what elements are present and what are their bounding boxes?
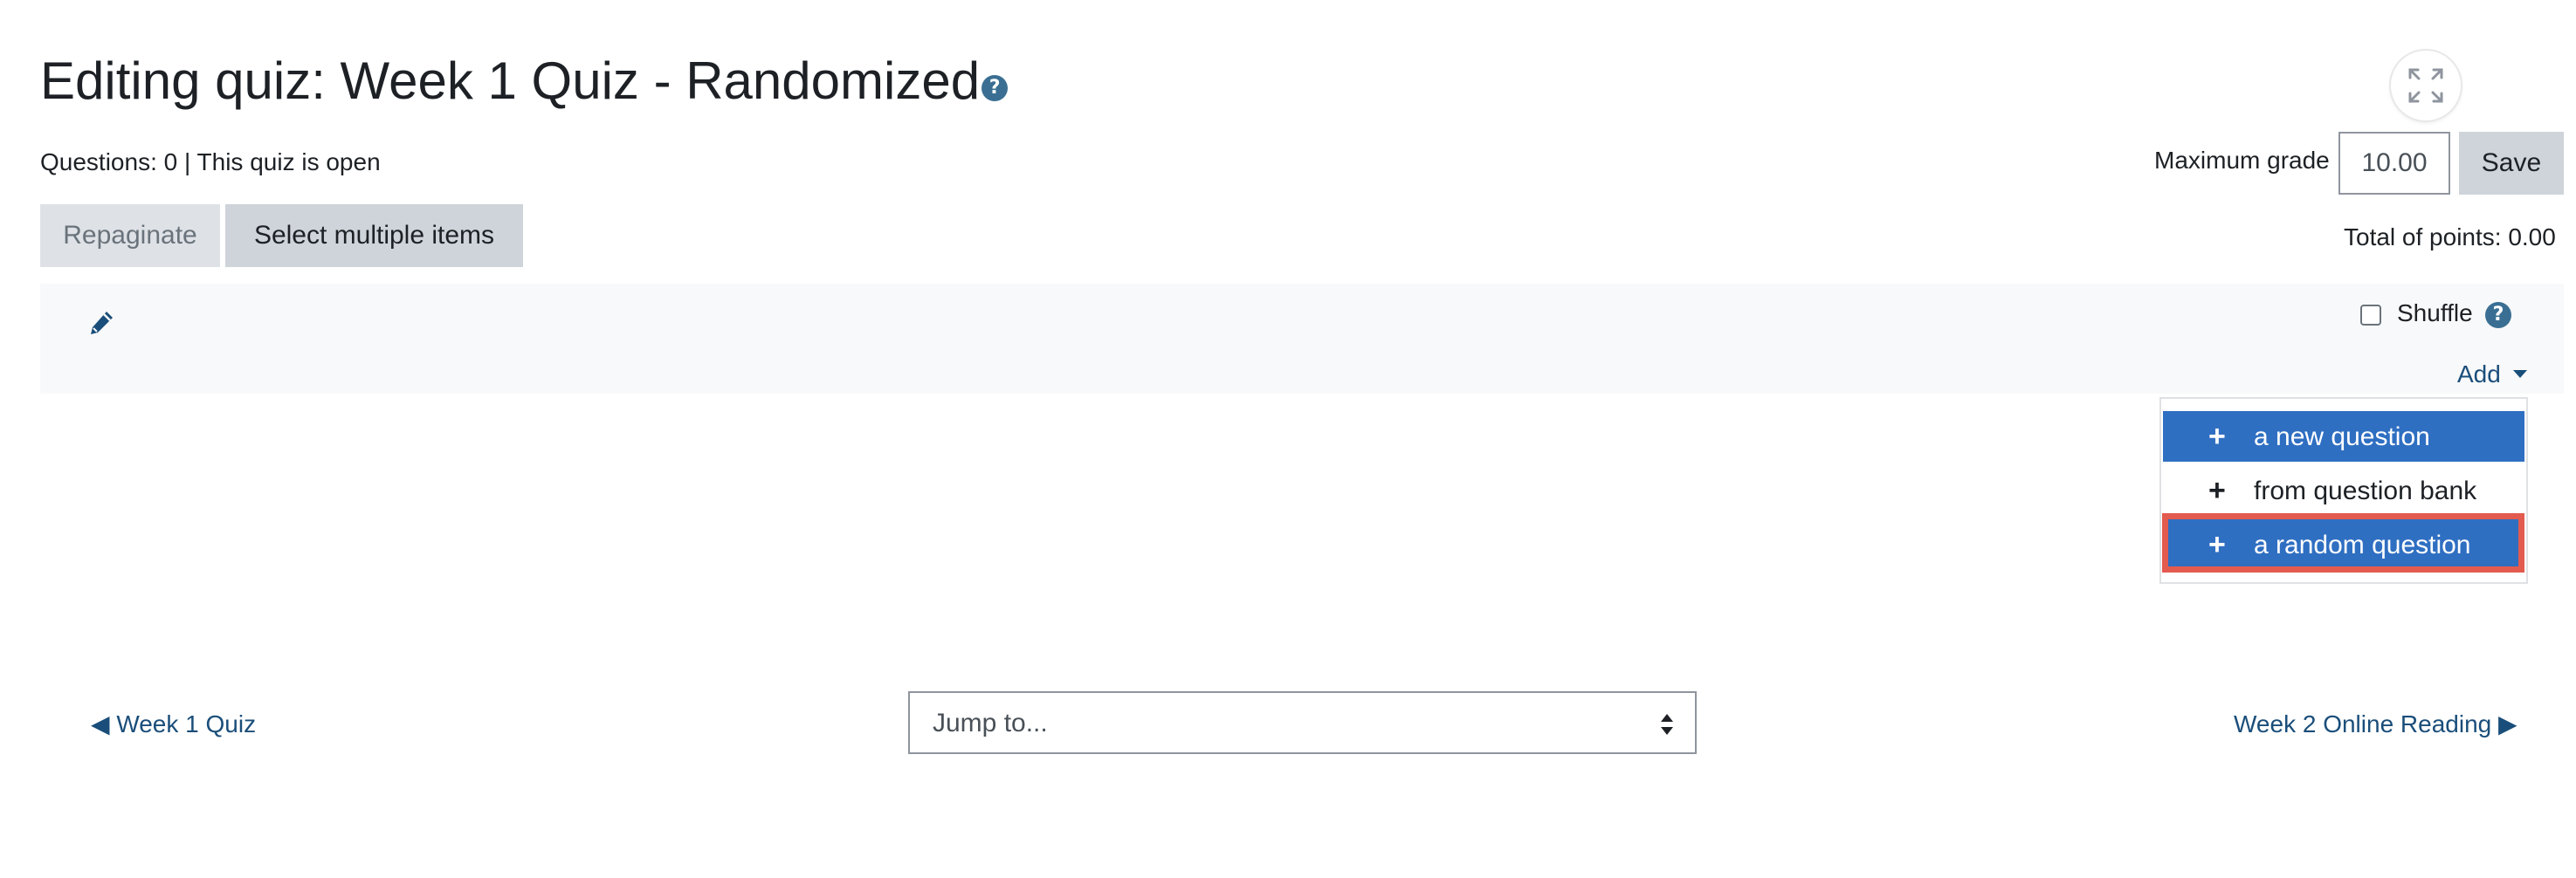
next-activity-link[interactable]: Week 2 Online Reading ▶ (2234, 710, 2517, 738)
add-dropdown-menu: + a new question + from question bank + … (2159, 397, 2528, 584)
select-arrows-icon (1661, 714, 1673, 735)
menu-item-random-question[interactable]: + a random question (2163, 519, 2524, 570)
previous-activity-link[interactable]: ◀ Week 1 Quiz (91, 710, 256, 738)
plus-icon: + (2208, 528, 2226, 561)
section-header (40, 284, 2564, 394)
select-multiple-items-button[interactable]: Select multiple items (225, 204, 523, 267)
edit-section-button[interactable] (87, 309, 115, 341)
fullscreen-button[interactable] (2391, 51, 2461, 120)
menu-item-label: a random question (2254, 531, 2471, 559)
repaginate-button[interactable]: Repaginate (40, 204, 220, 267)
question-circle-icon[interactable]: ? (981, 75, 1009, 101)
quiz-status: Questions: 0 | This quiz is open (40, 148, 381, 175)
maximum-grade-input[interactable] (2338, 132, 2450, 195)
page-title-text: Editing quiz: Week 1 Quiz - Randomized (40, 51, 981, 110)
menu-item-from-question-bank[interactable]: + from question bank (2163, 465, 2524, 516)
total-points: Total of points: 0.00 (2344, 223, 2556, 250)
add-label: Add (2457, 360, 2501, 388)
menu-item-label: a new question (2254, 422, 2430, 451)
menu-item-label: from question bank (2254, 477, 2477, 505)
add-menu-toggle[interactable]: Add (2457, 360, 2527, 388)
pencil-icon (91, 312, 113, 334)
fullscreen-expand-icon (2408, 68, 2443, 103)
jump-to-placeholder: Jump to... (933, 709, 1048, 737)
caret-down-icon (2512, 370, 2527, 378)
plus-icon: + (2208, 420, 2226, 453)
maximum-grade-label: Maximum grade (2154, 147, 2330, 174)
save-button[interactable]: Save (2459, 132, 2564, 195)
page-title: Editing quiz: Week 1 Quiz - Randomized? (40, 51, 1009, 111)
shuffle-label: Shuffle (2397, 299, 2473, 326)
jump-to-select[interactable]: Jump to... (908, 691, 1697, 754)
menu-item-new-question[interactable]: + a new question (2163, 411, 2524, 462)
plus-icon: + (2208, 474, 2226, 507)
shuffle-help-icon[interactable]: ? (2485, 302, 2511, 328)
shuffle-checkbox[interactable] (2360, 305, 2381, 326)
